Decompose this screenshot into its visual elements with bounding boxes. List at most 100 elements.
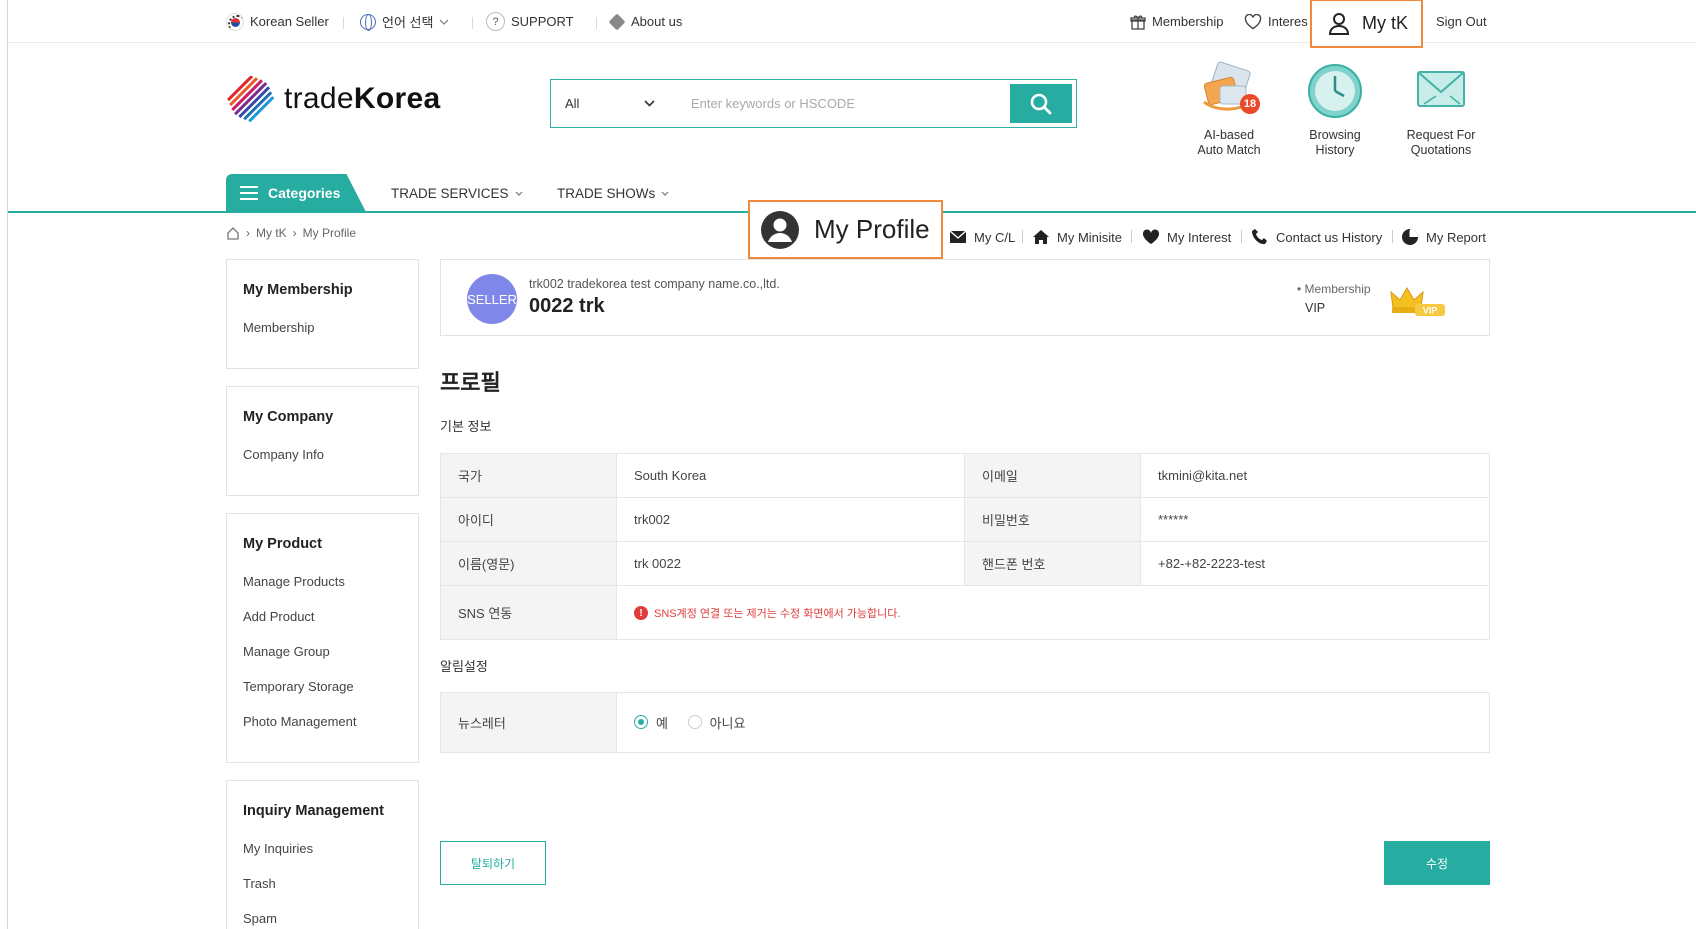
search-icon [1030, 93, 1052, 114]
home-icon[interactable] [226, 226, 240, 240]
search-category-select[interactable]: All [565, 80, 655, 127]
alarm-settings-heading: 알림설정 [440, 659, 488, 674]
sidebar-item-photo-management[interactable]: Photo Management [243, 712, 402, 747]
basic-info-table: 국가 South Korea 이메일 tkmini@kita.net 아이디 t… [440, 453, 1490, 640]
divider [1392, 230, 1393, 243]
about-us-link[interactable]: About us [609, 0, 682, 43]
browsing-history-link[interactable]: Browsing History [1285, 60, 1385, 158]
heart-filled-icon [1142, 229, 1160, 244]
search-button[interactable] [1010, 84, 1072, 123]
divider [343, 17, 344, 29]
search-bar: All [550, 79, 1077, 128]
password-label: 비밀번호 [964, 497, 1141, 542]
language-selector[interactable]: 언어 선택 [360, 0, 449, 43]
sns-value: ! SNS계정 연결 또는 제거는 수정 화면에서 가능합니다. [616, 585, 1490, 640]
newsletter-options: 예 아니요 [616, 692, 1490, 753]
id-label: 아이디 [440, 497, 617, 542]
country-label: 국가 [440, 453, 617, 498]
email-label: 이메일 [964, 453, 1141, 498]
sns-label: SNS 연동 [440, 585, 617, 640]
divider [1241, 230, 1242, 243]
subnav-my-profile[interactable]: My Profile [748, 200, 943, 259]
radio-unchecked-icon [687, 715, 702, 730]
sidebar-title: My Product [243, 536, 322, 552]
user-name: 0022 trk [529, 295, 605, 317]
seller-badge: SELLER [467, 274, 517, 324]
search-input[interactable] [691, 80, 1001, 127]
hamburger-icon [240, 186, 258, 200]
divider [1022, 230, 1023, 243]
vip-crown-text: VIP [1423, 306, 1438, 316]
heart-icon [1244, 13, 1262, 29]
breadcrumb: › My tK › My Profile [226, 226, 356, 240]
edit-button[interactable]: 수정 [1384, 841, 1490, 885]
sidebar-item-manage-group[interactable]: Manage Group [243, 642, 402, 677]
pie-chart-icon [1402, 229, 1418, 245]
gift-icon [1130, 15, 1146, 30]
nav-trade-services[interactable]: TRADE SERVICES [391, 174, 523, 212]
nav-trade-shows[interactable]: TRADE SHOWs [557, 174, 669, 212]
sidebar-item-trash[interactable]: Trash [243, 874, 402, 909]
categories-button[interactable]: Categories [226, 174, 366, 212]
radio-checked-icon [634, 715, 648, 730]
tradekorea-logo[interactable]: tradeKorea [226, 76, 440, 122]
korea-flag-icon [226, 12, 244, 31]
sidebar-item-my-inquiries[interactable]: My Inquiries [243, 839, 402, 874]
newsletter-no-radio[interactable]: 아니요 [687, 713, 745, 732]
sidebar-item-company-info[interactable]: Company Info [243, 445, 402, 480]
ai-match-count-badge: 18 [1240, 94, 1260, 114]
subnav-my-interest[interactable]: My Interest [1142, 226, 1231, 248]
newsletter-yes-radio[interactable]: 예 [634, 713, 668, 732]
window-frame-edge [7, 0, 8, 929]
profile-card: SELLER trk002 tradekorea test company na… [440, 259, 1490, 336]
sidebar-title: My Company [243, 409, 334, 425]
vip-crown-icon: VIP [1390, 287, 1445, 316]
sidebar-section-membership: My Membership Membership [226, 259, 419, 369]
phone-value: +82-+82-2223-test [1140, 541, 1490, 586]
envelope-icon [1410, 60, 1472, 122]
page-title: 프로필 [440, 370, 501, 395]
sign-out-link[interactable]: Sign Out [1436, 0, 1487, 43]
sidebar-section-product: My Product Manage Products Add Product M… [226, 513, 419, 763]
phone-icon [1252, 229, 1267, 245]
user-icon [1328, 12, 1350, 35]
sidebar-item-temporary-storage[interactable]: Temporary Storage [243, 677, 402, 712]
request-quotations-link[interactable]: Request For Quotations [1391, 60, 1491, 158]
ai-auto-match-link[interactable]: 18 AI-based Auto Match [1179, 60, 1279, 158]
divider [472, 17, 473, 29]
chevron-down-icon [439, 19, 449, 25]
interest-link[interactable]: Interes [1244, 0, 1308, 43]
my-tk-highlight[interactable]: My tK [1310, 0, 1423, 48]
ai-match-icon: 18 [1198, 60, 1260, 122]
table-row: 국가 South Korea 이메일 tkmini@kita.net [440, 453, 1490, 498]
logo-stripes-icon [226, 76, 275, 122]
subnav-my-minisite[interactable]: My Minisite [1032, 226, 1122, 248]
support-link[interactable]: ? SUPPORT [486, 0, 574, 43]
membership-link[interactable]: Membership [1130, 0, 1224, 43]
breadcrumb-mytk[interactable]: My tK [256, 226, 287, 240]
sidebar-item-membership[interactable]: Membership [243, 318, 402, 353]
divider [596, 17, 597, 29]
sidebar-section-inquiry: Inquiry Management My Inquiries Trash Sp… [226, 780, 419, 929]
sidebar-title: Inquiry Management [243, 803, 384, 819]
warning-icon: ! [634, 606, 648, 621]
breadcrumb-myprofile: My Profile [302, 226, 357, 240]
logo-text: tradeKorea [284, 82, 441, 115]
sidebar-item-manage-products[interactable]: Manage Products [243, 572, 402, 607]
korean-seller-link[interactable]: Korean Seller [226, 0, 329, 43]
question-icon: ? [486, 12, 505, 31]
sidebar-item-spam[interactable]: Spam [243, 909, 402, 929]
diamond-icon [609, 14, 625, 30]
membership-label: • Membership [1297, 282, 1371, 296]
subnav-my-cl[interactable]: My C/L [949, 226, 1015, 248]
top-utility-bar: Korean Seller 언어 선택 ? SUPPORT About us M… [8, 0, 1696, 43]
subnav-my-report[interactable]: My Report [1401, 226, 1486, 248]
table-row: 아이디 trk002 비밀번호 ****** [440, 497, 1490, 542]
sidebar-item-add-product[interactable]: Add Product [243, 607, 402, 642]
membership-value: VIP [1305, 301, 1326, 315]
name-label: 이름(영문) [440, 541, 617, 586]
subnav-contact-history[interactable]: Contact us History [1251, 226, 1382, 248]
password-value: ****** [1140, 497, 1490, 542]
table-row: 이름(영문) trk 0022 핸드폰 번호 +82-+82-2223-test [440, 541, 1490, 586]
withdraw-button[interactable]: 탈퇴하기 [440, 841, 546, 885]
